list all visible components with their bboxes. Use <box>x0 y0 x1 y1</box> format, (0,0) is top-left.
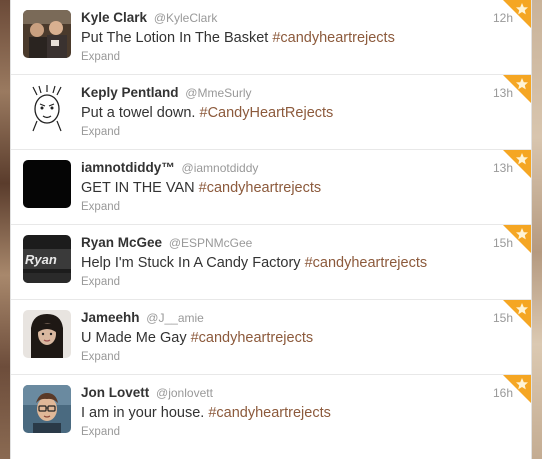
tweet-body: Put The Lotion In The Basket <box>81 30 273 46</box>
avatar-drawing <box>23 85 71 133</box>
tweet-body: I am in your house. <box>81 405 209 421</box>
tweet-item[interactable]: Ryan Ryan McGee @ESPNMcGee Help I'm Stuc… <box>11 225 531 300</box>
hashtag-link[interactable]: #candyheartrejects <box>199 180 322 196</box>
expand-link[interactable]: Expand <box>81 275 501 290</box>
tweet-text: I am in your house. #candyheartrejects <box>81 403 501 423</box>
avatar-portrait <box>23 310 71 358</box>
author-username[interactable]: @ESPNMcGee <box>169 236 253 250</box>
author-fullname[interactable]: Kyle Clark <box>81 10 147 25</box>
tweet-timeline: Kyle Clark @KyleClark Put The Lotion In … <box>10 0 532 459</box>
tweet-body: Help I'm Stuck In A Candy Factory <box>81 255 305 271</box>
avatar[interactable] <box>23 160 71 208</box>
tweet-text: U Made Me Gay #candyheartrejects <box>81 328 501 348</box>
tweet-body: GET IN THE VAN <box>81 180 199 196</box>
hashtag-link[interactable]: #candyheartrejects <box>305 255 428 271</box>
tweet-item[interactable]: Jon Lovett @jonlovett I am in your house… <box>11 375 531 450</box>
author-fullname[interactable]: Jon Lovett <box>81 385 149 400</box>
avatar-black <box>23 160 71 208</box>
author-username[interactable]: @jonlovett <box>156 386 213 400</box>
author-username[interactable]: @J__amie <box>146 311 204 325</box>
expand-link[interactable]: Expand <box>81 200 501 215</box>
tweet-body: Put a towel down. <box>81 105 200 121</box>
star-icon <box>503 0 531 28</box>
tweet-text: Help I'm Stuck In A Candy Factory #candy… <box>81 253 501 273</box>
avatar-logo-text: Ryan <box>25 252 57 267</box>
author-username[interactable]: @iamnotdiddy <box>182 161 259 175</box>
hashtag-link[interactable]: #candyheartrejects <box>272 30 395 46</box>
avatar-portrait <box>23 385 71 433</box>
avatar-photo-group <box>23 10 71 58</box>
page-background-left <box>0 0 10 459</box>
author-fullname[interactable]: Ryan McGee <box>81 235 162 250</box>
expand-link[interactable]: Expand <box>81 125 501 140</box>
expand-link[interactable]: Expand <box>81 50 501 65</box>
tweet-text: Put a towel down. #CandyHeartRejects <box>81 103 501 123</box>
star-icon <box>503 375 531 403</box>
tweet-item[interactable]: Jameehh @J__amie U Made Me Gay #candyhea… <box>11 300 531 375</box>
expand-link[interactable]: Expand <box>81 425 501 440</box>
star-icon <box>503 225 531 253</box>
star-icon <box>503 300 531 328</box>
star-icon <box>503 150 531 178</box>
avatar-logo: Ryan <box>23 235 71 283</box>
avatar[interactable] <box>23 310 71 358</box>
author-username[interactable]: @MmeSurly <box>185 86 251 100</box>
author-fullname[interactable]: Jameehh <box>81 310 140 325</box>
hashtag-link[interactable]: #CandyHeartRejects <box>200 105 334 121</box>
expand-link[interactable]: Expand <box>81 350 501 365</box>
author-username[interactable]: @KyleClark <box>154 11 218 25</box>
tweet-body: U Made Me Gay <box>81 330 191 346</box>
avatar[interactable] <box>23 385 71 433</box>
hashtag-link[interactable]: #candyheartrejects <box>208 405 331 421</box>
tweet-text: Put The Lotion In The Basket #candyheart… <box>81 28 501 48</box>
tweet-item[interactable]: Kyle Clark @KyleClark Put The Lotion In … <box>11 0 531 75</box>
avatar[interactable]: Ryan <box>23 235 71 283</box>
tweet-item[interactable]: iamnotdiddy™ @iamnotdiddy GET IN THE VAN… <box>11 150 531 225</box>
hashtag-link[interactable]: #candyheartrejects <box>191 330 314 346</box>
avatar[interactable] <box>23 10 71 58</box>
author-fullname[interactable]: iamnotdiddy™ <box>81 160 175 175</box>
author-fullname[interactable]: Keply Pentland <box>81 85 179 100</box>
avatar[interactable] <box>23 85 71 133</box>
tweet-text: GET IN THE VAN #candyheartrejects <box>81 178 501 198</box>
star-icon <box>503 75 531 103</box>
tweet-item[interactable]: Keply Pentland @MmeSurly Put a towel dow… <box>11 75 531 150</box>
